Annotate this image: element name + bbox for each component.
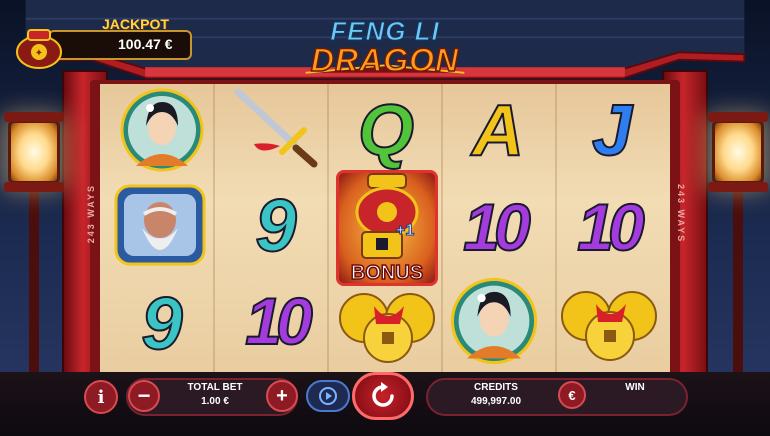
coin-stack-icon [339,293,435,363]
jackpot-pot-icon: ✦ [16,29,62,69]
ways-label-right: 243 WAYS [676,184,686,244]
jackpot-value: 100.47 € [118,36,173,52]
symbol-nine: 9 [228,180,324,270]
lantern-post-left [29,192,39,382]
currency-button[interactable]: € [558,381,586,409]
svg-text:✦: ✦ [35,48,43,59]
jackpot-label: JACKPOT [102,16,169,32]
bonus-plus-label: +1 [395,222,415,240]
reel-separator [327,84,329,374]
decrease-bet-button[interactable]: − [128,380,160,412]
symbol-ten: 10 [228,276,324,366]
lantern-cap-left [4,112,64,122]
portrait-woman-icon [120,88,204,172]
total-bet-label: TOTAL BET [187,382,243,393]
lantern-right-icon [712,120,764,184]
coin-stack-icon [561,291,657,361]
symbol-nine: 9 [114,278,210,368]
reel-separator [213,84,215,374]
info-button[interactable]: i [84,380,118,414]
lantern-left-icon [8,120,60,184]
portrait-woman-icon [450,277,538,365]
lantern-base-left [4,182,64,192]
lantern-base-right [708,182,768,192]
increase-bet-button[interactable]: + [266,380,298,412]
win-label: WIN [625,382,645,393]
credits-label: CREDITS [474,382,518,393]
total-bet-value: 1.00 € [201,396,229,407]
symbol-label: 10 [462,189,531,265]
bonus-label: BONUS [350,261,424,285]
symbol-ten: 10 [560,182,656,272]
spin-button[interactable] [352,372,414,420]
lantern-post-right [733,192,743,382]
sword-icon [234,88,318,168]
symbol-label: Q [357,90,415,172]
symbol-ten: 10 [446,182,542,272]
symbol-label: 9 [254,183,297,268]
symbol-label: J [591,90,633,172]
bonus-pot-icon [355,173,419,259]
autoplay-button[interactable] [306,380,350,412]
portrait-old-man-icon [114,184,206,266]
ways-label-left: 243 WAYS [86,184,96,244]
symbol-q: Q [338,86,434,176]
lantern-cap-right [708,112,768,122]
autoplay-icon [319,387,337,405]
symbol-label: 10 [576,189,645,265]
game-title-line2: DRAGON [310,41,460,79]
symbol-j: J [564,86,660,176]
symbol-a: A [450,86,546,176]
symbol-label: 10 [244,283,313,359]
symbol-label: A [471,90,525,172]
credits-value: 499,997.00 [470,396,522,407]
spin-icon [372,382,394,407]
symbol-label: 9 [140,281,183,366]
